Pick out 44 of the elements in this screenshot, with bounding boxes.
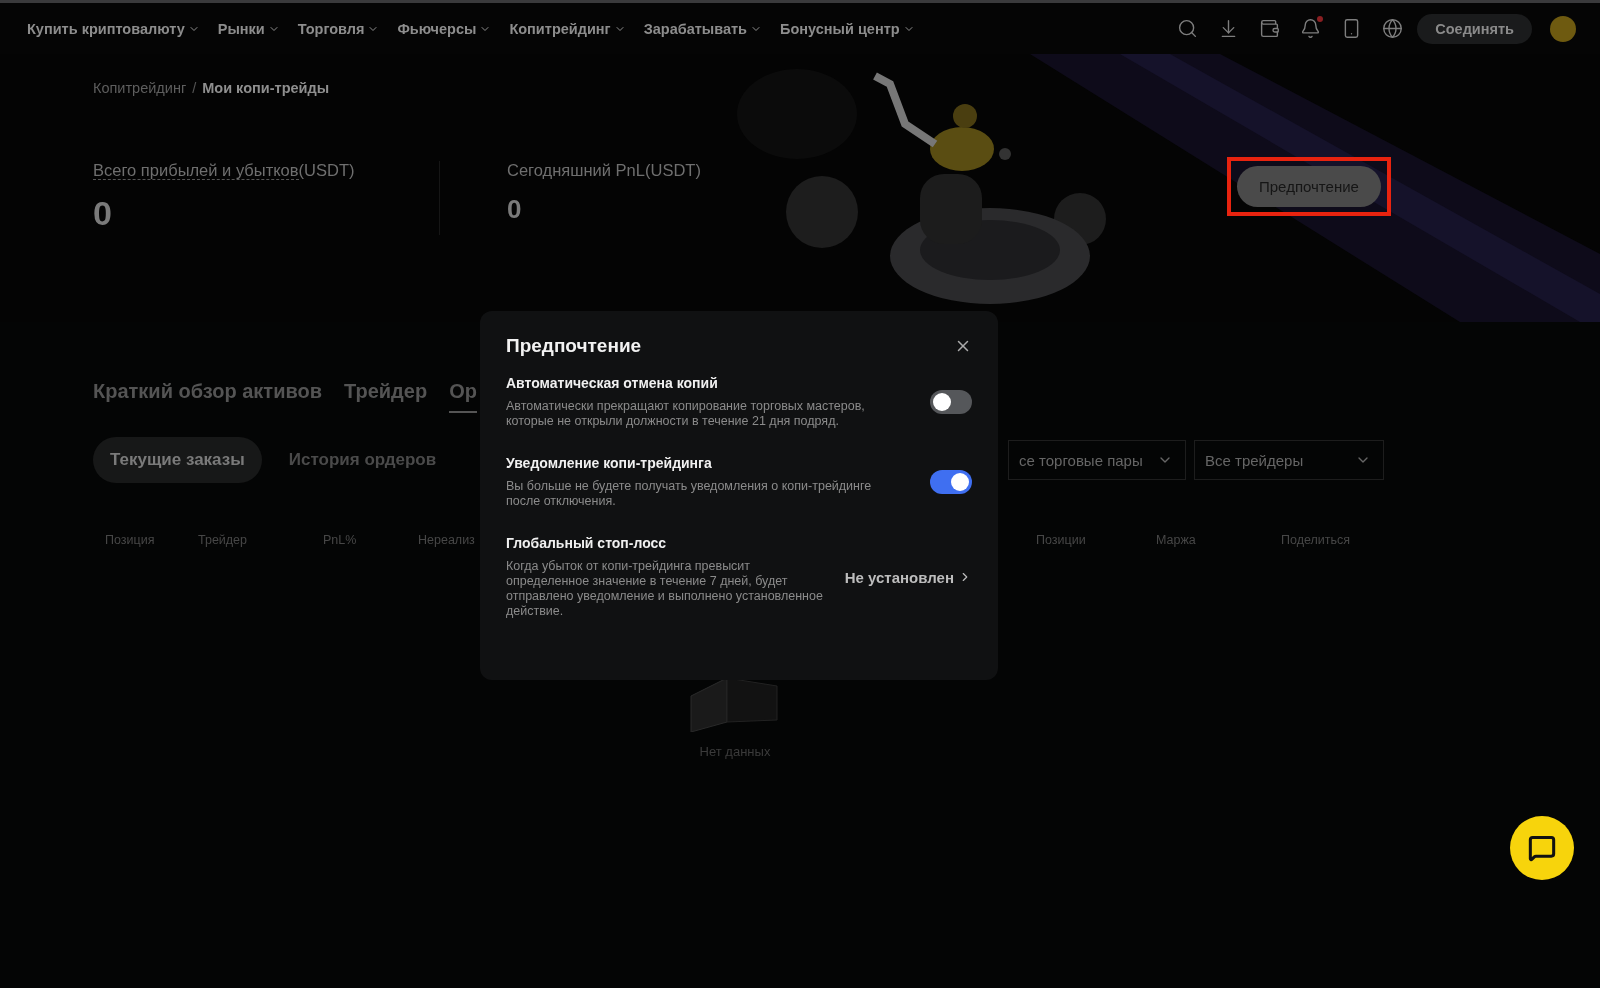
- column-header: PnL%: [323, 533, 358, 547]
- breadcrumb-link[interactable]: Копитрейдинг: [93, 80, 187, 96]
- column-header: Маржа: [1156, 533, 1197, 547]
- column-header: Позиции: [1036, 533, 1087, 547]
- connect-button[interactable]: Соединять: [1417, 13, 1532, 44]
- nav-menu-item[interactable]: Фьючерсы: [397, 20, 492, 37]
- nav-menu-item[interactable]: Купить криптовалюту: [27, 20, 200, 37]
- setting-title: Глобальный стоп-лосс: [506, 535, 668, 551]
- stat-label: Сегодняшний PnL(USDT): [507, 161, 702, 180]
- setting-description: Вы больше не будете получать уведомления о копи-трейдинге после отключения.: [506, 479, 873, 509]
- setting-description: Автоматически прекращают копирование торговых мастеров, которые не открыли должности в течение 21 дня подряд.: [506, 399, 866, 429]
- breadcrumb-link[interactable]: Мои копи-трейды: [202, 80, 330, 96]
- nav-menu-item[interactable]: Копитрейдинг: [509, 20, 626, 37]
- nav-menu-item[interactable]: Бонусный центр: [780, 20, 915, 37]
- nav-menu-item[interactable]: Торговля: [297, 20, 380, 37]
- bell-icon[interactable]: [1300, 18, 1322, 39]
- subtab[interactable]: Текущие заказы: [93, 437, 262, 483]
- tab[interactable]: Краткий обзор активов: [93, 380, 322, 413]
- column-header: Трейдер: [198, 533, 249, 547]
- tab[interactable]: Трейдер: [344, 380, 428, 413]
- toggle-switch[interactable]: [930, 470, 972, 494]
- toggle-switch[interactable]: [930, 390, 972, 414]
- stat-value: 0: [507, 194, 523, 225]
- column-header: Поделиться: [1281, 533, 1352, 547]
- setting-description: Когда убыток от копи-трейдинга превысит определенное значение в течение 7 дней, будет отправлено уведомление и выполнено установленное действие.: [506, 559, 824, 619]
- filter-dropdown[interactable]: се торговые пары: [1008, 440, 1186, 480]
- nav-menu-item[interactable]: Рынки: [217, 20, 280, 37]
- column-header: Позиция: [105, 533, 156, 547]
- dialog-title: Предпочтение: [506, 335, 642, 357]
- stat-value: 0: [93, 194, 113, 233]
- setting-title: Автоматическая отмена копий: [506, 375, 719, 391]
- stop-loss-link[interactable]: Не установлен: [844, 568, 972, 586]
- wallet-icon[interactable]: [1259, 18, 1281, 39]
- nav-menu-item[interactable]: Зарабатывать: [643, 20, 763, 37]
- globe-icon[interactable]: [1382, 18, 1404, 39]
- filter-dropdown[interactable]: Все трейдеры: [1194, 440, 1384, 480]
- stat-label: Всего прибылей и убытков(USDT): [93, 161, 356, 180]
- setting-title: Уведомление копи-трейдинга: [506, 455, 713, 471]
- chat-bubble-icon: [1528, 834, 1556, 862]
- tab[interactable]: Ор: [449, 380, 477, 413]
- column-header: Нереализ: [418, 533, 476, 547]
- search-icon[interactable]: [1177, 18, 1199, 39]
- avatar[interactable]: [1550, 15, 1576, 42]
- breadcrumb-separator: /: [192, 80, 197, 96]
